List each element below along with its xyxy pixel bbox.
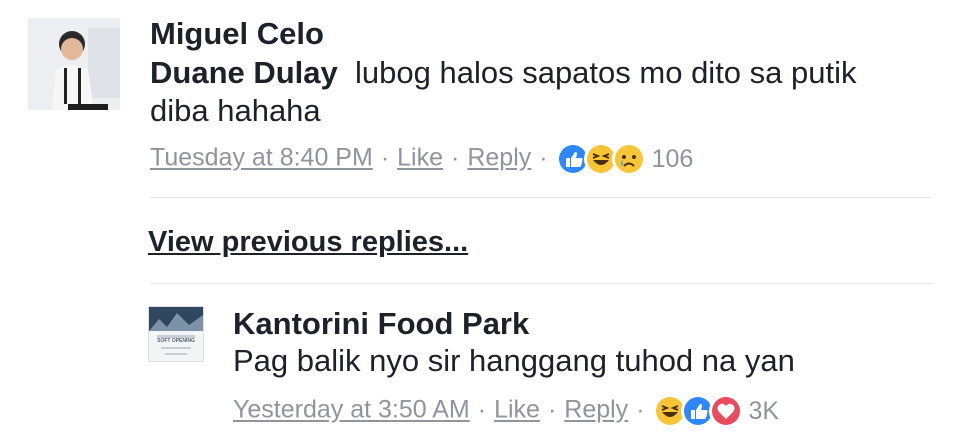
avatar-caption: SOFT OPENING [157,338,195,344]
separator-dot: · [539,143,548,172]
timestamp-link[interactable]: Tuesday at 8:40 PM [150,144,373,172]
sad-icon [611,142,646,176]
reply-text: Pag balik nyo sir hanggang tuhod na yan [233,343,795,378]
separator-dot: · [477,395,487,424]
divider [150,283,932,284]
reactions-summary[interactable] [555,142,646,176]
separator-dot: · [636,395,645,424]
view-previous-replies-link[interactable]: View previous replies... [148,226,468,259]
separator-dot: · [380,143,390,172]
tagged-user[interactable]: Duane Dulay [150,55,338,90]
comment-text-line1: lubog halos sapatos mo dito sa putik [355,55,857,90]
separator-dot: · [547,395,557,424]
like-link[interactable]: Like [494,396,540,424]
timestamp-link[interactable]: Yesterday at 3:50 AM [233,396,470,424]
separator-dot: · [451,143,460,172]
reply-link[interactable]: Reply [564,396,628,424]
love-icon [708,394,743,428]
reply-link[interactable]: Reply [467,144,531,172]
avatar[interactable] [28,18,120,110]
comment-text-line2: diba hahaha [150,93,321,128]
reaction-count[interactable]: 106 [652,145,694,173]
comment-meta: Tuesday at 8:40 PM · Like · Reply · 106 [150,142,693,176]
reactions-summary[interactable] [652,394,743,428]
reply-author[interactable]: Kantorini Food Park [233,308,529,339]
comment-author[interactable]: Miguel Celo [150,18,324,49]
reply-meta: Yesterday at 3:50 AM · Like · Reply · 3K [233,394,779,428]
divider [150,197,932,198]
like-link[interactable]: Like [397,144,443,172]
comment-text: Duane Dulay lubog halos sapatos mo dito … [150,54,857,93]
reaction-count[interactable]: 3K [749,397,780,425]
avatar[interactable]: SOFT OPENING [148,306,204,362]
